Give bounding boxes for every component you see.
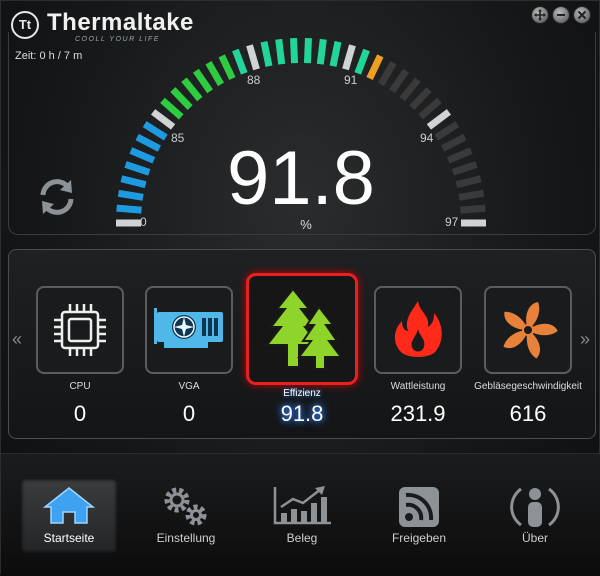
gauge-segment — [434, 121, 460, 141]
fan-icon — [503, 302, 558, 359]
nav-label: Beleg — [286, 531, 318, 545]
gauge-segment — [218, 54, 236, 80]
sensor-tile-wattleistung[interactable] — [374, 286, 462, 374]
sensor-value-geblase: 616 — [509, 401, 547, 426]
graphics-card-icon — [154, 308, 223, 348]
gauge-major-tick — [342, 44, 356, 71]
nav-label: Startseite — [43, 531, 95, 545]
nav-freigeben[interactable]: Freigeben — [371, 479, 467, 553]
gauge-major-tick — [426, 109, 451, 130]
nav-startseite[interactable]: Startseite — [21, 479, 117, 553]
app-window: Tt Thermaltake COOLL YOUR LIFE Zeit: 0 h… — [0, 0, 600, 576]
info-person-icon — [510, 487, 560, 527]
sensor-label-vga: VGA — [178, 381, 200, 392]
gauge-major-tick — [151, 109, 176, 130]
nav-label: Freigeben — [391, 531, 447, 545]
trees-icon — [264, 287, 343, 370]
gauge-segment — [181, 77, 203, 102]
sensor-value-wattleistung: 231.9 — [390, 401, 446, 426]
sensor-tile-geblase[interactable] — [484, 286, 572, 374]
refresh-icon[interactable] — [35, 175, 79, 219]
nav-label: Einstellung — [156, 531, 216, 545]
gauge-tick-label: 0 — [140, 215, 147, 229]
gauge-segment — [377, 61, 397, 87]
gauge-segment — [366, 54, 384, 80]
gauge-segment — [193, 68, 213, 94]
gauge-segment — [329, 41, 342, 67]
gauge-segment — [418, 97, 442, 120]
gauge-tick-label: 88 — [247, 73, 261, 87]
gauge-segment — [129, 147, 156, 164]
sensor-tile-vga[interactable] — [145, 286, 233, 374]
gauge-segment — [460, 204, 486, 214]
sensor-value-vga: 0 — [182, 401, 196, 426]
nav-einstellung[interactable]: Einstellung — [138, 479, 234, 553]
gauge-segment — [260, 41, 273, 67]
gauge-segment — [275, 38, 286, 65]
gauge-value: 91.8 — [227, 136, 375, 221]
gears-icon — [164, 487, 207, 526]
sensor-tile-cpu[interactable] — [36, 286, 124, 374]
gauge-major-tick — [246, 44, 260, 71]
sensor-value-effizienz: 91.8 — [280, 401, 324, 426]
scroll-right-icon[interactable]: » — [580, 329, 590, 350]
cpu-chip-icon — [54, 304, 106, 356]
gauge-segment — [399, 77, 421, 102]
gauge-segment — [124, 161, 151, 176]
gauge-tick-label: 94 — [420, 131, 434, 145]
gauge-segment — [389, 68, 409, 94]
gauge-segment — [117, 189, 144, 201]
gauge-segment — [290, 38, 299, 64]
sensor-label-geblase: Gebläsegeschwindigkeit — [474, 381, 582, 392]
gauge-tick-label: 91 — [344, 73, 358, 87]
home-icon — [43, 487, 95, 524]
gauge-segment — [160, 97, 184, 120]
gauge-segment — [135, 133, 161, 152]
scroll-left-icon[interactable]: « — [12, 329, 22, 350]
nav-uber[interactable]: Über — [487, 479, 583, 553]
gauge-segment — [458, 189, 485, 201]
gauge-segment — [120, 175, 147, 189]
sensor-value-cpu: 0 — [73, 401, 87, 426]
gauge-segment — [451, 161, 478, 176]
gauge-segment — [116, 204, 142, 214]
gauge-segment — [354, 48, 370, 75]
gauge-tick-label: 97 — [445, 215, 459, 229]
gauge-segment — [205, 61, 225, 87]
chart-icon — [273, 486, 331, 525]
gauge-segment — [455, 175, 482, 189]
flame-icon — [394, 301, 442, 357]
gauge-segment — [441, 133, 467, 152]
gauge-unit: % — [300, 217, 312, 232]
gauge-segment — [142, 121, 168, 141]
nav-beleg[interactable]: Beleg — [254, 479, 350, 553]
sensor-label-effizienz: Effizienz — [283, 388, 321, 399]
gauge-segment — [303, 38, 312, 64]
gauge-tick-label: 85 — [171, 131, 185, 145]
gauge-segment — [316, 38, 327, 65]
gauge-segment — [409, 87, 432, 111]
share-signal-icon — [399, 487, 439, 527]
gauge-segment — [446, 147, 473, 164]
sensor-tile-effizienz[interactable] — [246, 273, 358, 385]
nav-label: Über — [521, 531, 548, 545]
gauge-segment — [232, 48, 248, 75]
gauge-segment — [170, 87, 193, 111]
